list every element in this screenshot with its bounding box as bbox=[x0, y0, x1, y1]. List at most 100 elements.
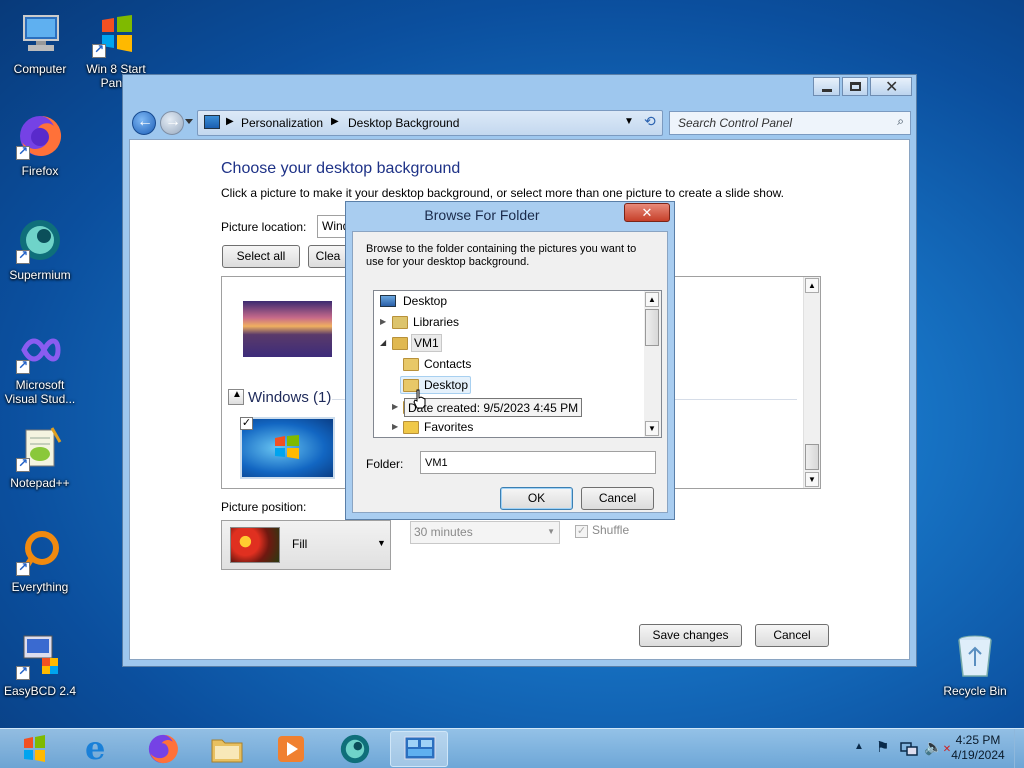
wallpaper-checkbox[interactable]: ✓ bbox=[240, 417, 253, 430]
address-bar[interactable]: ▶ Personalization ▶ Desktop Background ▼… bbox=[197, 110, 663, 136]
supermium-icon bbox=[16, 216, 64, 264]
show-desktop-button[interactable] bbox=[1014, 729, 1024, 768]
taskbar-internet-explorer[interactable]: e bbox=[70, 729, 128, 767]
clear-all-button[interactable]: Clea bbox=[308, 245, 348, 268]
windows-7-wallpaper-thumbnail[interactable] bbox=[240, 417, 335, 479]
chevron-down-icon: ▼ bbox=[377, 538, 386, 548]
dialog-cancel-button[interactable]: Cancel bbox=[581, 487, 654, 510]
folder-icon bbox=[211, 739, 243, 763]
page-title: Choose your desktop background bbox=[221, 160, 461, 177]
close-icon: ✕ bbox=[641, 205, 653, 220]
windows-flag-icon bbox=[275, 435, 299, 459]
desktop-icon-label: EasyBCD 2.4 bbox=[3, 684, 77, 698]
clock[interactable]: 4:25 PM 4/19/2024 bbox=[946, 733, 1010, 763]
collapse-arrow-icon[interactable]: ◢ bbox=[380, 333, 386, 353]
minimize-button[interactable] bbox=[813, 77, 840, 96]
desktop-icon-label: Firefox bbox=[21, 164, 59, 178]
refresh-icon[interactable]: ⟲ bbox=[644, 113, 656, 130]
desktop-icon-label: Computer bbox=[13, 62, 67, 76]
libraries-icon bbox=[392, 316, 408, 329]
scroll-thumb[interactable] bbox=[645, 309, 659, 346]
control-panel-icon bbox=[404, 736, 436, 760]
taskbar-control-panel[interactable] bbox=[390, 731, 448, 767]
tree-item-label: VM1 bbox=[411, 334, 442, 352]
page-subtitle: Click a picture to make it your desktop … bbox=[221, 186, 784, 200]
folder-label: Folder: bbox=[366, 457, 404, 471]
collapse-group-button[interactable]: ▲ bbox=[228, 389, 244, 405]
search-placeholder: Search Control Panel bbox=[678, 116, 793, 130]
picture-list-scrollbar[interactable]: ▲ ▼ bbox=[803, 277, 820, 488]
internet-explorer-icon: e bbox=[85, 729, 106, 767]
desktop-icon-easybcd[interactable]: EasyBCD 2.4 bbox=[0, 632, 80, 698]
expand-arrow-icon[interactable]: ▶ bbox=[392, 417, 398, 437]
slideshow-interval-value: 30 minutes bbox=[414, 525, 473, 539]
cancel-button[interactable]: Cancel bbox=[755, 624, 829, 647]
firefox-icon bbox=[16, 112, 64, 160]
scroll-down-arrow-icon[interactable]: ▼ bbox=[805, 472, 819, 487]
taskbar-file-explorer[interactable] bbox=[198, 731, 256, 767]
start-orb-icon bbox=[24, 735, 45, 762]
minimize-icon bbox=[822, 89, 832, 92]
hand-cursor-icon bbox=[413, 389, 426, 409]
expand-arrow-icon[interactable]: ▶ bbox=[392, 397, 398, 417]
network-icon[interactable] bbox=[900, 741, 918, 757]
desktop-icon-notepad-plus-plus[interactable]: Notepad++ bbox=[0, 424, 80, 490]
ok-button[interactable]: OK bbox=[500, 487, 573, 510]
breadcrumb-personalization[interactable]: Personalization bbox=[241, 116, 323, 130]
scroll-up-arrow-icon[interactable]: ▲ bbox=[805, 278, 819, 293]
dialog-close-button[interactable]: ✕ bbox=[624, 203, 670, 222]
fill-position-preview bbox=[230, 527, 280, 563]
taskbar-firefox[interactable] bbox=[134, 731, 192, 767]
everything-search-icon bbox=[16, 528, 64, 576]
forward-button[interactable]: → bbox=[160, 111, 184, 135]
back-arrow-icon: ← bbox=[137, 113, 153, 130]
folder-tree-scrollbar[interactable]: ▲ ▼ bbox=[644, 291, 661, 437]
breadcrumb-desktop-background[interactable]: Desktop Background bbox=[348, 116, 459, 130]
taskbar-media-player[interactable] bbox=[262, 731, 320, 767]
address-dropdown-icon[interactable]: ▼ bbox=[624, 116, 634, 127]
desktop-icon-visual-studio[interactable]: Microsoft Visual Stud... bbox=[0, 326, 80, 406]
desktop-icon-firefox[interactable]: Firefox bbox=[0, 112, 80, 178]
shuffle-checkbox[interactable]: ✓ bbox=[575, 525, 588, 538]
taskbar-supermium[interactable] bbox=[326, 731, 384, 767]
desktop-icon-computer[interactable]: Computer bbox=[0, 10, 80, 76]
tree-item-label: Desktop bbox=[403, 294, 448, 308]
scroll-thumb[interactable] bbox=[805, 444, 819, 470]
desktop-icon-everything[interactable]: Everything bbox=[0, 528, 80, 594]
back-button[interactable]: ← bbox=[132, 111, 156, 135]
close-button[interactable]: ✕ bbox=[870, 77, 912, 96]
notepad-plus-icon bbox=[16, 424, 64, 472]
desktop-icon-label: Everything bbox=[11, 580, 69, 594]
action-center-flag-icon[interactable]: ⚑ bbox=[876, 738, 889, 756]
start-button[interactable] bbox=[6, 731, 62, 767]
favorites-star-icon bbox=[403, 421, 419, 434]
lavender-lake-thumbnail[interactable] bbox=[243, 301, 332, 357]
shortcut-arrow-icon bbox=[16, 560, 30, 576]
group-label-windows: Windows (1) bbox=[248, 389, 332, 406]
select-all-button[interactable]: Select all bbox=[222, 245, 300, 268]
computer-icon bbox=[16, 10, 64, 58]
save-changes-button[interactable]: Save changes bbox=[639, 624, 742, 647]
contacts-folder-icon bbox=[403, 358, 419, 371]
desktop-icon-recycle-bin[interactable]: Recycle Bin bbox=[935, 632, 1015, 698]
maximize-button[interactable] bbox=[842, 77, 868, 96]
folder-name-input[interactable] bbox=[420, 451, 656, 474]
breadcrumb-separator-icon: ▶ bbox=[331, 116, 339, 127]
dialog-description: Browse to the folder containing the pict… bbox=[366, 243, 637, 268]
desktop-icon-supermium[interactable]: Supermium bbox=[0, 216, 80, 282]
shortcut-arrow-icon bbox=[16, 358, 30, 374]
recent-pages-dropdown[interactable] bbox=[185, 119, 193, 124]
date-created-tooltip: Date created: 9/5/2023 4:45 PM bbox=[404, 398, 583, 417]
picture-position-select[interactable]: Fill ▼ bbox=[221, 520, 391, 570]
search-input[interactable]: Search Control Panel ⌕ bbox=[669, 111, 911, 135]
folder-tree[interactable]: Desktop ▶ Libraries ◢ VM1 Contacts Deskt… bbox=[373, 290, 662, 438]
shuffle-label: Shuffle bbox=[592, 523, 630, 537]
scroll-up-arrow-icon[interactable]: ▲ bbox=[645, 292, 659, 307]
tree-item-label: Contacts bbox=[424, 357, 472, 371]
desktop-folder-icon bbox=[380, 295, 396, 307]
search-icon[interactable]: ⌕ bbox=[897, 114, 904, 129]
scroll-down-arrow-icon[interactable]: ▼ bbox=[645, 421, 659, 436]
expand-arrow-icon[interactable]: ▶ bbox=[380, 312, 386, 332]
show-hidden-icons-button[interactable]: ▲ bbox=[854, 741, 864, 752]
slideshow-interval-select[interactable]: 30 minutes ▼ bbox=[410, 521, 560, 544]
